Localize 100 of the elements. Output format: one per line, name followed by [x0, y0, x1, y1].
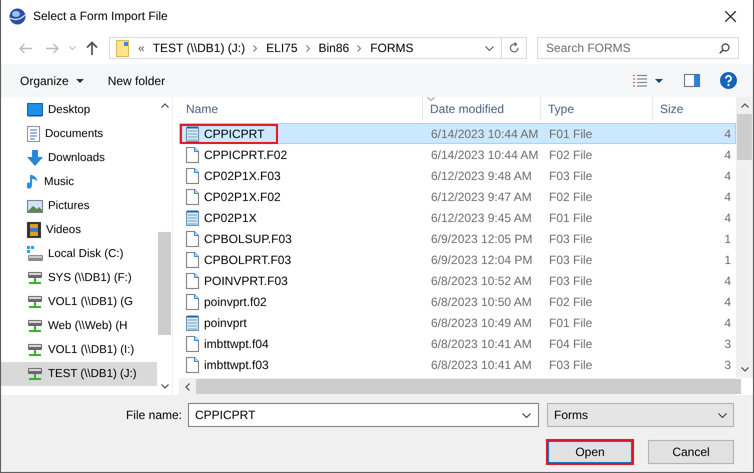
- sidebar-item[interactable]: VOL1 (\\DB1) (G: [1, 290, 157, 314]
- type-cell-text: F04 File: [548, 337, 594, 351]
- sidebar-item[interactable]: SYS (\\DB1) (F:): [1, 266, 157, 290]
- chevron-right-icon: [306, 44, 310, 52]
- date-cell-text: 6/12/2023 9:48 AM: [430, 169, 533, 183]
- file-name-cell: CPBOLSUP.F03: [180, 229, 306, 249]
- file-row[interactable]: CP02P1X 6/12/2023 9:45 AM F01 File 4: [179, 207, 736, 228]
- file-row[interactable]: poinvprt 6/8/2023 10:49 AM F01 File 4: [179, 312, 736, 333]
- file-row[interactable]: POINVPRT.F03 6/8/2023 10:52 AM F03 File 4: [179, 270, 736, 291]
- file-row[interactable]: imbttwpt.f03 6/8/2023 10:41 AM F03 File 3: [179, 354, 736, 375]
- picture-icon: [27, 200, 43, 212]
- open-button[interactable]: Open: [546, 439, 634, 465]
- overflow-chevron[interactable]: «: [138, 41, 145, 55]
- type-cell-text: F02 File: [548, 295, 594, 309]
- column-header[interactable]: Size: [653, 97, 736, 121]
- date-cell-text: 6/12/2023 9:45 AM: [430, 211, 533, 225]
- app-globe-icon: [9, 8, 26, 24]
- size-cell-text: 4: [723, 316, 732, 330]
- column-header[interactable]: Date modified: [423, 97, 541, 121]
- file-name-cell: CPPICPRT: [180, 124, 278, 144]
- sidebar-item[interactable]: Desktop: [1, 98, 157, 122]
- breadcrumb-item[interactable]: TEST (\\DB1) (J:): [152, 41, 246, 55]
- back-arrow-icon: [19, 42, 33, 54]
- size-cell-text: 4: [723, 148, 732, 162]
- file-type-dropdown[interactable]: Forms: [547, 403, 734, 427]
- chevron-down-icon: [740, 367, 748, 372]
- caret-down-icon: [655, 78, 663, 82]
- type-cell-text: F03 File: [548, 358, 594, 372]
- chevron-left-icon: [185, 382, 190, 390]
- file-row[interactable]: CP02P1X.F02 6/12/2023 9:47 AM F02 File 4: [179, 186, 736, 207]
- down-arrow-icon: [27, 150, 43, 166]
- network-drive-icon: [27, 270, 43, 286]
- file-icon: [186, 273, 199, 289]
- breadcrumb-item[interactable]: Bin86: [318, 41, 350, 55]
- network-drive-icon: [27, 318, 43, 334]
- file-icon: [186, 168, 199, 184]
- network-drive-icon: [27, 294, 43, 310]
- network-drive-icon: [27, 342, 43, 358]
- notepad-icon: [186, 315, 199, 331]
- chevron-right-icon: [357, 44, 362, 52]
- scrollbar-thumb[interactable]: [196, 379, 741, 394]
- file-name-cell: CPBOLPRT.F03: [180, 250, 306, 270]
- sidebar-item[interactable]: Documents: [1, 122, 157, 146]
- sidebar-item[interactable]: VOL1 (\\DB1) (I:): [1, 338, 157, 362]
- breadcrumb-item[interactable]: ELI75: [266, 41, 298, 55]
- file-name-field[interactable]: CPPICPRT: [188, 403, 539, 427]
- file-row[interactable]: CPPICPRT 6/14/2023 10:44 AM F01 File 4: [179, 123, 736, 144]
- caret-down-icon: [68, 46, 76, 50]
- sidebar-item[interactable]: Music: [1, 170, 157, 194]
- help-icon: [720, 72, 737, 89]
- network-drive-icon: [27, 366, 43, 382]
- file-icon: [186, 231, 199, 247]
- scrollbar-thumb[interactable]: [158, 232, 171, 335]
- cancel-button[interactable]: Cancel: [648, 440, 734, 464]
- caret-down-icon: [76, 78, 84, 82]
- column-header[interactable]: Type: [541, 97, 653, 121]
- file-row[interactable]: imbttwpt.f04 6/8/2023 10:41 AM F04 File 3: [179, 333, 736, 354]
- file-name-cell: CP02P1X.F03: [180, 166, 295, 186]
- breadcrumb-item[interactable]: FORMS: [370, 41, 414, 55]
- size-cell-text: 4: [723, 169, 732, 183]
- sidebar-item[interactable]: Local Disk (C:): [1, 242, 157, 266]
- preview-pane-button[interactable]: [684, 74, 700, 87]
- film-strip-icon: [27, 222, 41, 238]
- sidebar-item[interactable]: Pictures: [1, 194, 157, 218]
- sidebar-item[interactable]: Downloads: [1, 146, 157, 170]
- file-row[interactable]: CP02P1X.F03 6/12/2023 9:48 AM F03 File 4: [179, 165, 736, 186]
- scrollbar-thumb[interactable]: [737, 114, 752, 160]
- file-row[interactable]: CPBOLPRT.F03 6/9/2023 12:04 PM F03 File 1: [179, 249, 736, 270]
- date-cell-text: 6/9/2023 12:05 PM: [430, 232, 534, 246]
- chevron-down-icon: [718, 412, 727, 418]
- file-row[interactable]: CPPICPRT.F02 6/14/2023 10:44 AM F02 File 4: [179, 144, 736, 165]
- help-button[interactable]: [720, 72, 737, 89]
- size-cell-text: 1: [723, 232, 732, 246]
- forward-arrow-icon: [45, 42, 59, 54]
- up-arrow-icon: [86, 41, 98, 55]
- organize-menu[interactable]: Organize: [20, 74, 84, 88]
- file-icon: [186, 252, 199, 268]
- sidebar-item[interactable]: Web (\\Web) (H: [1, 314, 157, 338]
- hard-drive-icon: [27, 246, 43, 262]
- type-cell-text: F02 File: [548, 148, 594, 162]
- file-row[interactable]: CPBOLSUP.F03 6/9/2023 12:05 PM F03 File 1: [179, 228, 736, 249]
- type-cell-text: F01 File: [548, 127, 594, 141]
- chevron-down-icon: [522, 413, 531, 418]
- document-icon: [27, 126, 40, 142]
- view-options-button[interactable]: [632, 74, 663, 87]
- file-row[interactable]: poinvprt.f02 6/8/2023 10:50 AM F02 File 4: [179, 291, 736, 312]
- chevron-right-icon: [253, 44, 258, 52]
- vertical-scrollbar[interactable]: [736, 97, 753, 378]
- chevron-up-icon: [160, 103, 168, 108]
- address-bar[interactable]: « TEST (\\DB1) (J:) ELI75 Bin86 FORMS: [109, 37, 527, 59]
- date-cell-text: 6/8/2023 10:41 AM: [430, 337, 533, 351]
- search-field[interactable]: Search FORMS: [537, 37, 739, 59]
- desktop-icon: [27, 103, 43, 117]
- sidebar-item[interactable]: TEST (\\DB1) (J:): [1, 362, 157, 386]
- chevron-up-icon: [740, 103, 748, 108]
- sidebar-item[interactable]: Videos: [1, 218, 157, 242]
- type-cell-text: F03 File: [548, 274, 594, 288]
- folder-icon: [116, 40, 130, 56]
- column-header[interactable]: Name: [179, 97, 423, 121]
- new-folder-button[interactable]: New folder: [108, 74, 166, 88]
